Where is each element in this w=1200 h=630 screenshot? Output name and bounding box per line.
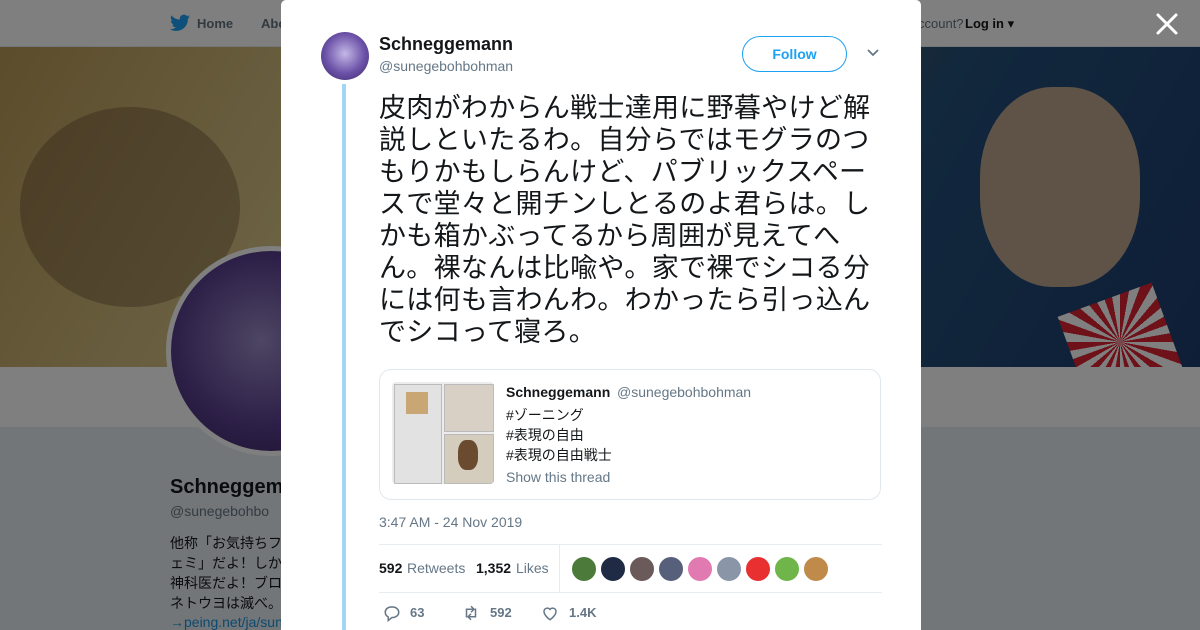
likes-label[interactable]: Likes: [516, 560, 549, 576]
comic-box-figure: [406, 392, 428, 414]
follow-button[interactable]: Follow: [742, 36, 847, 72]
tweet-text: 皮肉がわからん戦士達用に野暮やけど解説しといたるわ。自分らではモグラのつもりかも…: [379, 93, 871, 347]
liker-avatar[interactable]: [774, 556, 800, 582]
liker-avatar[interactable]: [687, 556, 713, 582]
reply-count[interactable]: 63: [410, 605, 424, 620]
like-icon[interactable]: [541, 604, 559, 622]
tweet-stats: 592 Retweets 1,352 Likes: [379, 544, 882, 593]
author-avatar[interactable]: [321, 32, 369, 80]
tweet-actions: 63 592 1.4K: [379, 602, 882, 624]
quoted-author-handle: @sunegebohbohman: [617, 384, 752, 400]
liker-avatar[interactable]: [745, 556, 771, 582]
retweet-icon[interactable]: [461, 604, 481, 622]
thread-line: [342, 84, 346, 630]
liker-avatar[interactable]: [803, 556, 829, 582]
quoted-author-name: Schneggemann: [506, 384, 611, 400]
stats-divider: [559, 545, 560, 592]
liker-avatar[interactable]: [716, 556, 742, 582]
quoted-hashtag[interactable]: #表現の自由: [506, 425, 584, 445]
comic-figure: [458, 440, 478, 470]
quoted-tweet[interactable]: Schneggemann @sunegebohbohman #ゾーニング #表現…: [379, 369, 881, 500]
liker-avatar[interactable]: [658, 556, 684, 582]
quoted-hashtag[interactable]: #ゾーニング: [506, 405, 584, 425]
liker-avatar[interactable]: [571, 556, 597, 582]
retweet-count[interactable]: 592: [490, 605, 512, 620]
close-icon[interactable]: [1154, 11, 1180, 37]
tweet-modal: Schneggemann @sunegebohbohman Follow 皮肉が…: [281, 0, 921, 630]
retweets-count[interactable]: 592: [379, 560, 402, 576]
chevron-down-icon[interactable]: [866, 48, 880, 58]
like-count[interactable]: 1.4K: [569, 605, 596, 620]
liker-avatar[interactable]: [600, 556, 626, 582]
show-thread-link[interactable]: Show this thread: [506, 469, 610, 485]
retweets-label[interactable]: Retweets: [407, 560, 465, 576]
author-handle[interactable]: @sunegebohbohman: [379, 58, 513, 74]
liker-avatar[interactable]: [629, 556, 655, 582]
comic-panel: [444, 384, 494, 432]
tweet-timestamp[interactable]: 3:47 AM - 24 Nov 2019: [379, 514, 522, 530]
likes-count[interactable]: 1,352: [476, 560, 511, 576]
author-name[interactable]: Schneggemann: [379, 34, 513, 55]
reply-icon[interactable]: [383, 604, 401, 622]
quoted-hashtag[interactable]: #表現の自由戦士: [506, 445, 612, 465]
quoted-tweet-image[interactable]: [392, 382, 494, 484]
